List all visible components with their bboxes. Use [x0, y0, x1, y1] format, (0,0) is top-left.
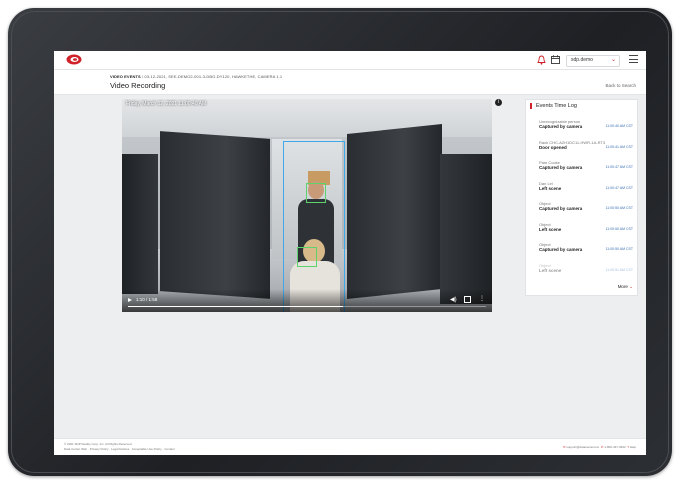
footer: © 2021 SDP Reality Corp. Inc. All Rights… — [54, 438, 646, 455]
detection-box — [283, 141, 345, 312]
footer-right: ✉ support@datacentercom ✆ 1-800-437-3932… — [563, 445, 636, 449]
event-time: 11:00:50 AM CST — [605, 226, 633, 231]
event-item[interactable]: Pam Cooke Captured by camera 11:00:47 AM C… — [539, 160, 633, 170]
video-progress-fill — [128, 306, 343, 307]
page-title: Video Recording — [110, 81, 166, 90]
event-time: 11:00:51 AM CST — [605, 267, 633, 272]
face-detection-box — [297, 247, 317, 267]
footer-help[interactable]: Help — [630, 445, 636, 449]
page-header: VIDEO EVENTS / 03-12-2021, SEE-DEMO2-001… — [54, 70, 646, 95]
event-item[interactable]: Object Left scene 11:00:51 AM CST — [539, 263, 633, 273]
tablet-frame: sdp.demo ⌄ VIDEO EVENTS / 03-12-2021, SE… — [8, 8, 672, 476]
logo[interactable] — [66, 54, 82, 65]
footer-left: © 2021 SDP Reality Corp. Inc. All Rights… — [64, 442, 175, 452]
event-item[interactable]: Rack CHC-A2H1DC11-HWR-1A-RT3 Door opened 1… — [539, 140, 633, 150]
server-rack — [160, 131, 270, 299]
breadcrumb: VIDEO EVENTS / 03-12-2021, SEE-DEMO2-001… — [110, 74, 282, 79]
event-time: 11:00:41 AM CST — [605, 144, 633, 149]
event-item[interactable]: Object Left scene 11:00:50 AM CST — [539, 222, 633, 232]
volume-icon[interactable]: ◀) — [450, 296, 457, 303]
event-time: 11:00:47 AM CST — [605, 165, 633, 169]
video-player[interactable]: Friday, March 12, 2021 11:00:40 AM 1:10 … — [122, 99, 492, 312]
help-icon: ? — [627, 445, 629, 449]
play-icon[interactable] — [128, 298, 132, 302]
server-rack — [122, 154, 158, 294]
event-item[interactable]: Object Captured by camera 11:00:50 AM CST — [539, 201, 633, 211]
calendar-icon[interactable] — [551, 55, 560, 64]
video-time: 1:10 / 1:58 — [136, 297, 158, 302]
back-to-search-link[interactable]: Back to Search — [605, 83, 636, 88]
event-time: 11:00:50 AM CST — [605, 247, 633, 251]
more-button-label: More — [617, 284, 628, 289]
chevron-down-icon: ⌄ — [610, 57, 616, 63]
video-timestamp: Friday, March 12, 2021 11:00:40 AM — [126, 101, 207, 107]
user-select[interactable]: sdp.demo ⌄ — [566, 55, 620, 67]
fullscreen-icon[interactable] — [464, 296, 471, 303]
video-progress-bar[interactable] — [128, 306, 486, 307]
video-controls: 1:10 / 1:58 ◀) ⋮ — [122, 289, 492, 312]
breadcrumb-path: / 03-12-2021, SEE-DEMO2-001-3-DBG-DY120,… — [141, 74, 283, 79]
footer-email[interactable]: support@datacentercom — [566, 445, 599, 449]
event-item[interactable]: Object Captured by camera 11:00:50 AM CST — [539, 242, 633, 252]
bell-icon[interactable] — [537, 55, 546, 65]
menu-icon[interactable] — [629, 55, 638, 64]
user-name: sdp.demo — [571, 57, 593, 63]
more-options-icon[interactable]: ⋮ — [479, 295, 485, 302]
breadcrumb-section[interactable]: VIDEO EVENTS — [110, 74, 141, 79]
event-time: 11:00:50 AM CST — [605, 206, 633, 210]
events-time-log-panel: Events Time Log Unrecognizable person Cap… — [525, 99, 638, 296]
info-icon[interactable]: i — [495, 99, 502, 106]
footer-phone[interactable]: 1-800-437-3932 — [604, 445, 625, 449]
more-button[interactable]: More ⌄ — [618, 284, 633, 290]
app-screen: sdp.demo ⌄ VIDEO EVENTS / 03-12-2021, SE… — [54, 51, 646, 455]
event-item[interactable]: Unrecognizable person Captured by camera 1… — [539, 119, 633, 129]
footer-links[interactable]: Data Center Web · Privacy Policy · Legal… — [64, 447, 175, 452]
server-rack — [440, 154, 492, 304]
event-time: 11:00:40 AM CST — [605, 124, 633, 128]
face-detection-box — [306, 183, 326, 203]
events-time-log-title: Events Time Log — [530, 103, 577, 109]
event-item[interactable]: Dan Lei Left scene 11:00:47 AM CST — [539, 181, 633, 191]
chevron-down-icon: ⌄ — [629, 284, 633, 289]
server-rack — [347, 124, 442, 299]
event-time: 11:00:47 AM CST — [605, 185, 633, 190]
top-bar: sdp.demo ⌄ — [54, 51, 646, 70]
